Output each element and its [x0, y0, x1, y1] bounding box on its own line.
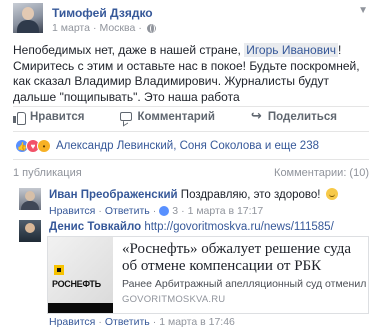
meta-separator: · [92, 22, 97, 34]
globe-icon [146, 23, 156, 33]
comment-reply-link[interactable]: Ответить [105, 316, 150, 327]
like-reaction-icon [159, 206, 170, 216]
share-label: Поделиться [267, 111, 337, 123]
comment-like-link[interactable]: Нравится [49, 316, 95, 327]
comment-author[interactable]: Иван Преображенский [49, 189, 178, 201]
smile-emoji-icon [325, 188, 338, 200]
comment-like-link[interactable]: Нравится [49, 205, 95, 217]
reactions-summary[interactable]: Александр Левинский, Соня Соколова и еще… [56, 140, 319, 152]
author-avatar[interactable] [13, 3, 43, 33]
reactions-bar[interactable]: 👍 ♥ • Александр Левинский, Соня Соколова… [15, 139, 319, 153]
post-actions: Нравится Комментарий Поделиться [13, 108, 369, 125]
post-author-name[interactable]: Тимофей Дзядко [52, 6, 153, 20]
comment-like-count[interactable]: 3 [172, 205, 178, 217]
comments-count[interactable]: Комментарии: (10) [274, 167, 369, 179]
comment-meta: Нравится · Ответить · 3 · 1 марта в 17:1… [49, 205, 263, 217]
meta-separator: · [138, 22, 142, 34]
share-button[interactable]: Поделиться [251, 108, 337, 124]
rosneft-logo-icon [54, 265, 64, 275]
thumbnail-bar [48, 303, 113, 313]
preview-description: Ранее Арбитражный апелляционный суд отме… [122, 278, 366, 290]
like-label: Нравится [30, 111, 85, 123]
commenter-avatar[interactable] [19, 188, 41, 210]
post-location[interactable]: Москва [99, 22, 135, 34]
comment-text-line: Иван Преображенский Поздравляю, это здор… [49, 188, 338, 202]
comment-url-link[interactable]: http://govoritmoskva.ru/news/111585/ [144, 221, 333, 233]
preview-thumbnail: РОСНЕФТЬ [48, 237, 113, 313]
wow-reaction-icon: • [37, 139, 51, 153]
comment-label: Комментарий [137, 111, 215, 123]
post-meta: 1 марта · Москва · [52, 22, 156, 34]
post-date[interactable]: 1 марта [52, 22, 90, 34]
comment-button[interactable]: Комментарий [120, 111, 215, 123]
divider [13, 106, 369, 107]
like-button[interactable]: Нравится [13, 111, 85, 125]
meta-separator: · [152, 205, 157, 217]
mention-link[interactable]: Игорь Иванович [244, 43, 339, 57]
post-text-part: Непобедимых нет, даже в нашей стране, [13, 43, 245, 57]
shares-count[interactable]: 1 публикация [13, 167, 82, 179]
meta-separator: · [98, 316, 102, 327]
comment-icon [120, 111, 133, 121]
comment-time[interactable]: 1 марта в 17:17 [188, 205, 264, 217]
thumbs-up-icon [13, 111, 26, 125]
post-text: Непобедимых нет, даже в нашей стране, Иг… [13, 43, 373, 105]
comment-text-line: Денис Товкайло http://govoritmoskva.ru/n… [49, 220, 334, 234]
link-preview-card[interactable]: РОСНЕФТЬ «Роснефть» обжалует решение суд… [47, 236, 369, 314]
chevron-down-icon[interactable]: ▼ [358, 5, 368, 16]
preview-title[interactable]: «Роснефть» обжалует решение суда об отме… [122, 241, 366, 275]
commenter-avatar[interactable] [19, 220, 41, 242]
divider [13, 131, 369, 132]
meta-separator: · [181, 205, 185, 217]
meta-separator: · [98, 205, 102, 217]
thumbnail-logo-text: РОСНЕФТЬ [52, 279, 101, 289]
share-icon [251, 108, 263, 124]
comment-author[interactable]: Денис Товкайло [49, 221, 141, 233]
meta-separator: · [152, 316, 157, 327]
comment-reply-link[interactable]: Ответить [105, 205, 150, 217]
comment-time[interactable]: 1 марта в 17:46 [159, 316, 235, 327]
comment-meta: Нравится · Ответить · 1 марта в 17:46 [49, 316, 235, 327]
divider [13, 159, 369, 160]
comment-body: Поздравляю, это здорово! [180, 189, 321, 201]
preview-domain: GOVORITMOSKVA.RU [122, 294, 226, 305]
